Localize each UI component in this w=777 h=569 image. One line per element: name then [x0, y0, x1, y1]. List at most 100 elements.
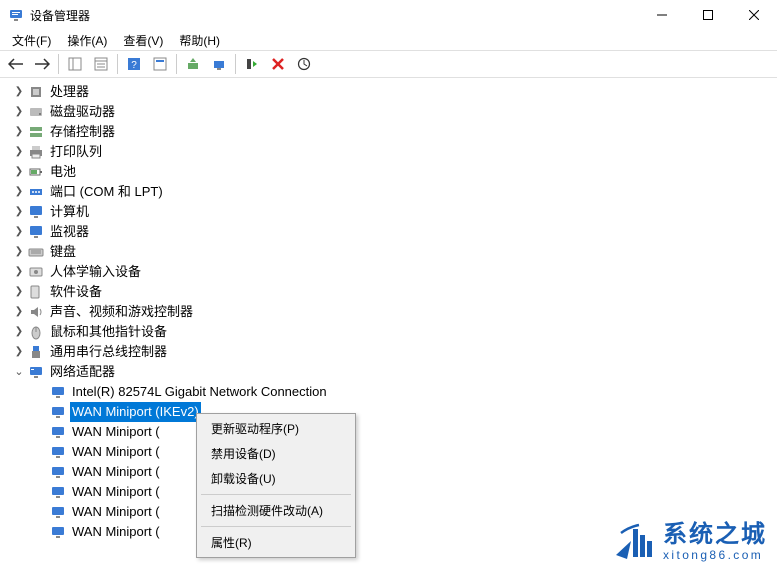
- tree-item-adapter[interactable]: WAN Miniport (IKEv2): [34, 402, 777, 422]
- expand-arrow-icon[interactable]: ❯: [12, 162, 26, 182]
- disable-button[interactable]: [240, 52, 264, 76]
- software-icon: [28, 284, 44, 300]
- expand-arrow-icon[interactable]: ❯: [12, 222, 26, 242]
- adapter-label: WAN Miniport (: [70, 502, 162, 522]
- tree-category[interactable]: ❯ 人体学输入设备: [12, 262, 777, 282]
- tree-item-adapter[interactable]: WAN Miniport (: [34, 502, 777, 522]
- forward-button[interactable]: [30, 52, 54, 76]
- menu-action[interactable]: 操作(A): [59, 30, 115, 50]
- expand-arrow-icon[interactable]: ❯: [12, 322, 26, 342]
- adapter-icon: [50, 444, 66, 460]
- tree-category[interactable]: ❯ 软件设备: [12, 282, 777, 302]
- tree-category[interactable]: ❯ 通用串行总线控制器: [12, 342, 777, 362]
- expand-arrow-icon[interactable]: ❯: [12, 282, 26, 302]
- tree-item-adapter[interactable]: WAN Miniport (: [34, 482, 777, 502]
- toolbar-separator: [117, 54, 118, 74]
- category-label: 打印队列: [48, 142, 104, 162]
- expand-arrow-icon[interactable]: ❯: [12, 102, 26, 122]
- app-icon: [8, 7, 24, 23]
- expand-arrow-icon[interactable]: ❯: [12, 122, 26, 142]
- category-label: 存储控制器: [48, 122, 117, 142]
- menu-view[interactable]: 查看(V): [115, 30, 171, 50]
- adapter-icon: [50, 404, 66, 420]
- expand-arrow-icon[interactable]: ❯: [12, 182, 26, 202]
- ctx-disable-device[interactable]: 禁用设备(D): [199, 441, 353, 466]
- category-label: 通用串行总线控制器: [48, 342, 169, 362]
- tree-category[interactable]: ❯ 端口 (COM 和 LPT): [12, 182, 777, 202]
- category-label: 鼠标和其他指针设备: [48, 322, 169, 342]
- disk-icon: [28, 104, 44, 120]
- adapter-label: WAN Miniport (: [70, 442, 162, 462]
- tree-item-adapter[interactable]: WAN Miniport (: [34, 442, 777, 462]
- adapter-label: Intel(R) 82574L Gigabit Network Connecti…: [70, 382, 329, 402]
- window-title: 设备管理器: [30, 7, 639, 24]
- update-driver-button[interactable]: [181, 52, 205, 76]
- scan-changes-button[interactable]: [292, 52, 316, 76]
- tree-category[interactable]: ❯ 存储控制器: [12, 122, 777, 142]
- tree-category[interactable]: ❯ 监视器: [12, 222, 777, 242]
- ctx-scan-hardware[interactable]: 扫描检测硬件改动(A): [199, 498, 353, 523]
- expand-arrow-icon[interactable]: ❯: [12, 302, 26, 322]
- expand-arrow-icon[interactable]: ❯: [12, 82, 26, 102]
- network-children: Intel(R) 82574L Gigabit Network Connecti…: [12, 382, 777, 542]
- tree-category[interactable]: ❯ 键盘: [12, 242, 777, 262]
- menu-file[interactable]: 文件(F): [4, 30, 59, 50]
- expand-arrow-icon[interactable]: ❯: [12, 342, 26, 362]
- properties-button[interactable]: [89, 52, 113, 76]
- maximize-button[interactable]: [685, 0, 731, 30]
- tree-category[interactable]: ❯ 鼠标和其他指针设备: [12, 322, 777, 342]
- window-controls: [639, 0, 777, 30]
- toolbar-separator: [235, 54, 236, 74]
- adapter-label: WAN Miniport (: [70, 482, 162, 502]
- toolbar: ?: [0, 50, 777, 78]
- expand-arrow-icon[interactable]: ❯: [12, 242, 26, 262]
- action-button[interactable]: [148, 52, 172, 76]
- tree-item-adapter[interactable]: Intel(R) 82574L Gigabit Network Connecti…: [34, 382, 777, 402]
- category-label: 处理器: [48, 82, 91, 102]
- monitor-icon: [28, 224, 44, 240]
- back-button[interactable]: [4, 52, 28, 76]
- tree-category[interactable]: ❯ 处理器: [12, 82, 777, 102]
- category-label: 软件设备: [48, 282, 104, 302]
- tree-category[interactable]: ❯ 声音、视频和游戏控制器: [12, 302, 777, 322]
- ctx-update-driver[interactable]: 更新驱动程序(P): [199, 416, 353, 441]
- watermark-url: xitong86.com: [663, 549, 767, 561]
- tree-item-adapter[interactable]: WAN Miniport (: [34, 462, 777, 482]
- minimize-button[interactable]: [639, 0, 685, 30]
- ctx-properties[interactable]: 属性(R): [199, 530, 353, 555]
- category-label: 网络适配器: [48, 362, 117, 382]
- expand-arrow-icon[interactable]: ❯: [12, 202, 26, 222]
- titlebar: 设备管理器: [0, 0, 777, 30]
- toolbar-separator: [176, 54, 177, 74]
- adapter-icon: [50, 524, 66, 540]
- uninstall-button[interactable]: [266, 52, 290, 76]
- network-icon: [28, 364, 44, 380]
- help-button[interactable]: ?: [122, 52, 146, 76]
- close-button[interactable]: [731, 0, 777, 30]
- show-hide-console-button[interactable]: [63, 52, 87, 76]
- mouse-icon: [28, 324, 44, 340]
- port-icon: [28, 184, 44, 200]
- tree-item-adapter[interactable]: WAN Miniport (: [34, 422, 777, 442]
- adapter-label: WAN Miniport (: [70, 462, 162, 482]
- tree-category[interactable]: ❯ 打印队列: [12, 142, 777, 162]
- category-label: 人体学输入设备: [48, 262, 143, 282]
- tree-category[interactable]: ❯ 计算机: [12, 202, 777, 222]
- tree-category[interactable]: ❯ 磁盘驱动器: [12, 102, 777, 122]
- monitor-icon: [28, 204, 44, 220]
- toolbar-separator: [58, 54, 59, 74]
- tree-item-adapter[interactable]: WAN Miniport (: [34, 522, 777, 542]
- expand-arrow-icon[interactable]: ❯: [12, 142, 26, 162]
- menubar: 文件(F) 操作(A) 查看(V) 帮助(H): [0, 30, 777, 50]
- tree-category-network[interactable]: ⌄ 网络适配器: [12, 362, 777, 382]
- collapse-arrow-icon[interactable]: ⌄: [12, 362, 26, 382]
- tree-category[interactable]: ❯ 电池: [12, 162, 777, 182]
- expand-arrow-icon[interactable]: ❯: [12, 262, 26, 282]
- adapter-icon: [50, 384, 66, 400]
- scan-hardware-button[interactable]: [207, 52, 231, 76]
- battery-icon: [28, 164, 44, 180]
- ctx-uninstall-device[interactable]: 卸载设备(U): [199, 466, 353, 491]
- category-label: 声音、视频和游戏控制器: [48, 302, 195, 322]
- menu-help[interactable]: 帮助(H): [171, 30, 228, 50]
- usb-icon: [28, 344, 44, 360]
